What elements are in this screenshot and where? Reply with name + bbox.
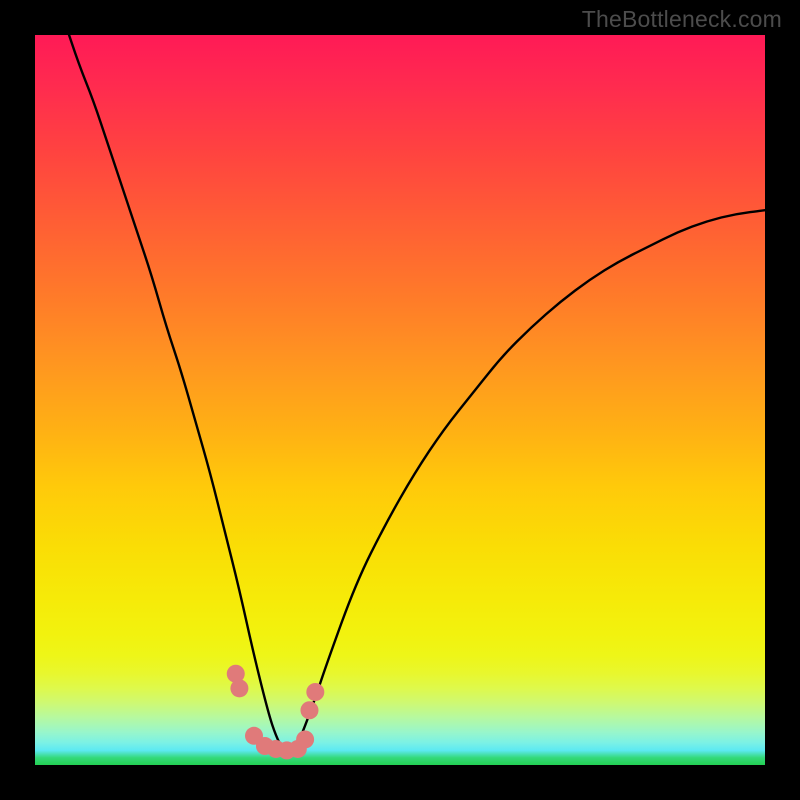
highlight-dot: [306, 683, 324, 701]
highlight-dot: [296, 730, 314, 748]
highlight-dot: [300, 701, 318, 719]
bottleneck-curve: [64, 35, 765, 753]
chart-svg: [35, 35, 765, 765]
highlight-dots: [227, 665, 325, 760]
plot-area: [35, 35, 765, 765]
highlight-dot: [230, 679, 248, 697]
watermark-label: TheBottleneck.com: [582, 6, 782, 33]
chart-frame: TheBottleneck.com: [0, 0, 800, 800]
